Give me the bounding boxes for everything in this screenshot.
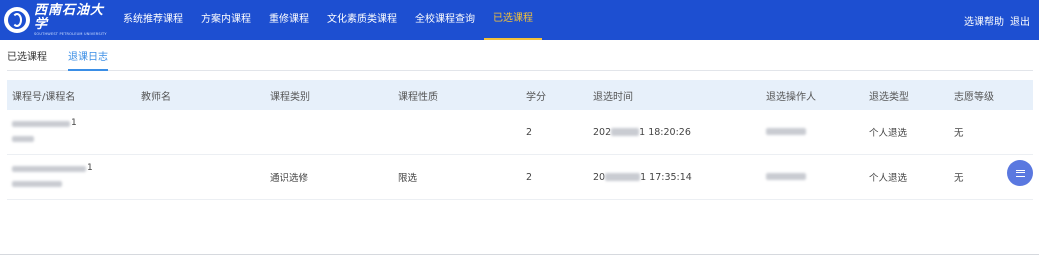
header-operator: 退选操作人 bbox=[766, 91, 816, 103]
sub-tabs: 已选课程 退课日志 bbox=[7, 50, 1033, 71]
logo-subtext: SOUTHWEST PETROLEUM UNIVERSITY bbox=[34, 31, 107, 36]
table-row: 1 通识选修 限选 2 20 1 17:35:14 个人退选 无 bbox=[7, 155, 1033, 200]
tab-drop-log[interactable]: 退课日志 bbox=[68, 50, 108, 71]
logout-link[interactable]: 退出 bbox=[1010, 13, 1030, 28]
drop-time-cell: 202 1 18:20:26 bbox=[593, 126, 691, 138]
nav-selected-courses[interactable]: 已选课程 bbox=[484, 0, 542, 40]
drop-log-table: 课程号/课程名 教师名 课程类别 课程性质 学分 退选时间 退选操作人 退选类型… bbox=[7, 80, 1033, 200]
drop-type-cell: 个人退选 bbox=[869, 173, 908, 184]
redacted-date bbox=[605, 173, 641, 181]
redacted-course-name bbox=[12, 181, 62, 187]
header-preference-level: 志愿等级 bbox=[954, 91, 994, 103]
page-bottom-divider bbox=[0, 254, 1039, 255]
help-link[interactable]: 选课帮助 bbox=[964, 13, 1004, 28]
preference-level-cell: 无 bbox=[954, 128, 964, 139]
redacted-operator bbox=[766, 172, 806, 180]
redacted-course-code bbox=[12, 120, 70, 127]
redacted-course-code bbox=[12, 165, 86, 172]
redacted-operator bbox=[766, 127, 806, 135]
table-row: 1 2 202 1 18:20:26 个人退选 无 bbox=[7, 110, 1033, 155]
redacted-date bbox=[611, 128, 640, 136]
header-nature: 课程性质 bbox=[398, 91, 438, 103]
operator-cell bbox=[766, 127, 806, 138]
header-drop-type: 退选类型 bbox=[869, 91, 909, 103]
main-nav: 系统推荐课程 方案内课程 重修课程 文化素质类课程 全校课程查询 已选课程 bbox=[114, 0, 542, 40]
nav-all-courses-search[interactable]: 全校课程查询 bbox=[406, 0, 484, 40]
university-emblem-icon bbox=[4, 7, 30, 33]
nav-retake-courses[interactable]: 重修课程 bbox=[260, 0, 318, 40]
logo-text: 西南石油大学 bbox=[34, 2, 105, 32]
nav-culture-courses[interactable]: 文化素质类课程 bbox=[318, 0, 406, 40]
header-credit: 学分 bbox=[526, 91, 546, 103]
course-cell: 1 bbox=[12, 119, 77, 142]
table-header: 课程号/课程名 教师名 课程类别 课程性质 学分 退选时间 退选操作人 退选类型… bbox=[7, 80, 1033, 110]
header-course: 课程号/课程名 bbox=[12, 91, 76, 103]
header-category: 课程类别 bbox=[270, 91, 310, 103]
menu-icon bbox=[1015, 169, 1025, 177]
category-cell: 通识选修 bbox=[270, 173, 309, 184]
university-logo[interactable]: 西南石油大学 SOUTHWEST PETROLEUM UNIVERSITY bbox=[4, 2, 114, 37]
course-cell: 1 bbox=[12, 164, 93, 187]
nav-plan-courses[interactable]: 方案内课程 bbox=[192, 0, 260, 40]
nature-cell: 限选 bbox=[398, 173, 418, 184]
floating-menu-button[interactable] bbox=[1007, 160, 1033, 186]
operator-cell bbox=[766, 172, 806, 183]
credit-cell: 2 bbox=[526, 126, 533, 138]
drop-time-cell: 20 1 17:35:14 bbox=[593, 171, 692, 183]
redacted-course-name bbox=[12, 136, 34, 142]
header-teacher: 教师名 bbox=[141, 91, 171, 103]
preference-level-cell: 无 bbox=[954, 173, 964, 184]
drop-type-cell: 个人退选 bbox=[869, 128, 908, 139]
nav-recommended-courses[interactable]: 系统推荐课程 bbox=[114, 0, 192, 40]
header-drop-time: 退选时间 bbox=[593, 91, 633, 103]
credit-cell: 2 bbox=[526, 171, 533, 183]
tab-selected-courses[interactable]: 已选课程 bbox=[7, 50, 47, 71]
top-navigation-bar: 西南石油大学 SOUTHWEST PETROLEUM UNIVERSITY 系统… bbox=[0, 0, 1039, 40]
